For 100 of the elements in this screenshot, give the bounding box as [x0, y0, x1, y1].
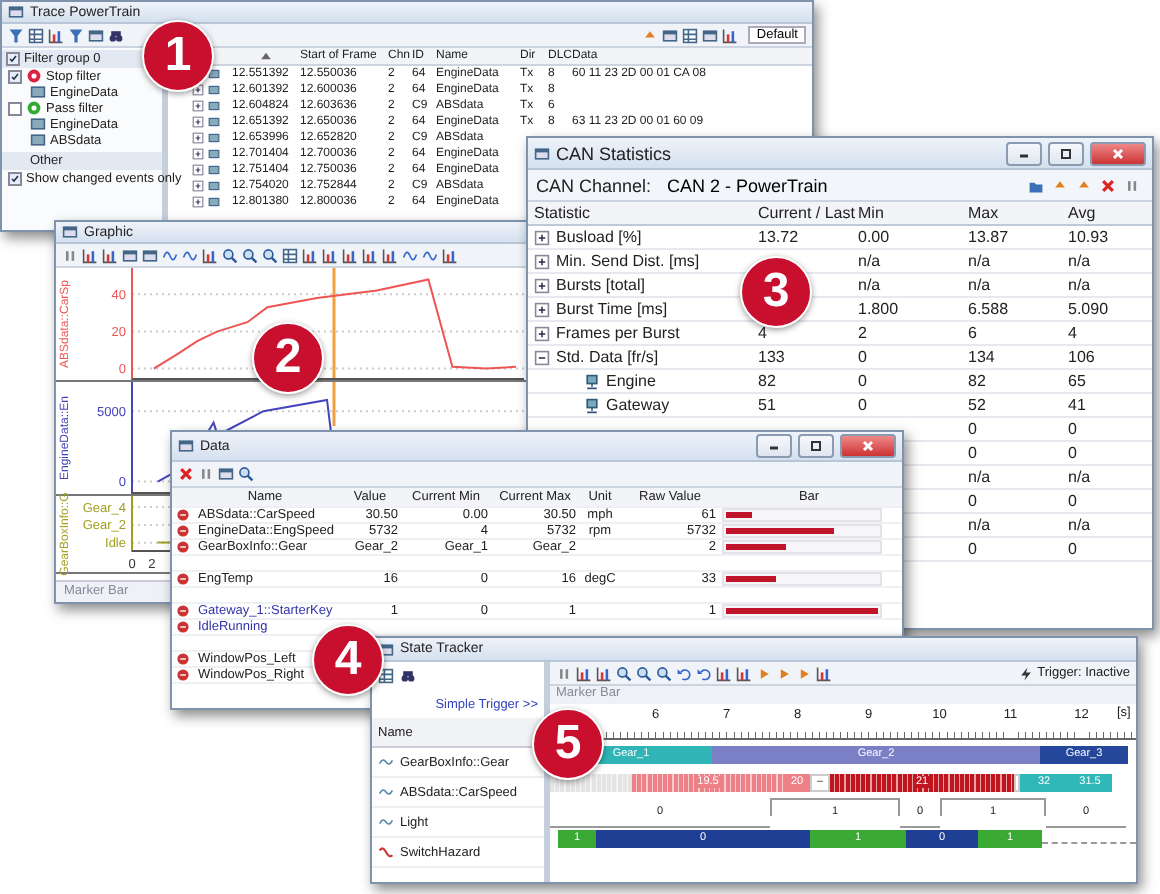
table-cell-text: 0 — [856, 372, 869, 390]
zoom-icon[interactable] — [222, 247, 238, 263]
chart-icon[interactable] — [322, 247, 338, 263]
expand-icon[interactable] — [534, 301, 550, 317]
statistic-name: Frames per Burst — [556, 324, 680, 342]
expand-icon[interactable] — [534, 253, 550, 269]
chart-icon[interactable] — [716, 665, 732, 681]
expand-icon[interactable] — [192, 196, 204, 208]
pause-icon[interactable] — [556, 665, 572, 681]
checkbox[interactable] — [8, 101, 22, 115]
triangle-icon[interactable] — [642, 27, 659, 43]
binoculars-icon[interactable] — [400, 668, 416, 684]
table-cell-text: 41 — [1066, 396, 1088, 414]
zoom-icon[interactable] — [616, 665, 632, 681]
chart-icon[interactable] — [82, 247, 98, 263]
column-header[interactable]: Max — [962, 204, 1062, 222]
table-cell-text: 106 — [1066, 348, 1097, 366]
grid-icon[interactable] — [682, 27, 699, 43]
close-button[interactable] — [840, 434, 896, 458]
table-cell-text: 4 — [756, 324, 769, 342]
chart-icon[interactable] — [382, 247, 398, 263]
table-cell-text: 0 — [966, 420, 979, 438]
column-header[interactable]: Current / Last — [752, 204, 852, 222]
grid-icon[interactable] — [378, 668, 394, 684]
checkbox[interactable] — [6, 52, 20, 66]
expand-icon[interactable] — [192, 164, 204, 176]
zoom-icon[interactable] — [636, 665, 652, 681]
checkbox[interactable] — [8, 171, 22, 185]
expand-icon[interactable] — [534, 325, 550, 341]
expand-icon[interactable] — [192, 180, 204, 192]
maximize-button[interactable] — [798, 434, 834, 458]
close-icon — [858, 436, 878, 456]
close-button[interactable] — [1090, 141, 1146, 165]
folder-icon[interactable] — [1027, 177, 1044, 193]
expand-icon[interactable] — [534, 277, 550, 293]
chart-icon[interactable] — [202, 247, 218, 263]
column-header[interactable]: Min — [852, 204, 962, 222]
table-cell-text: 0 — [1066, 540, 1079, 558]
grid-icon[interactable] — [28, 27, 44, 43]
chart-icon[interactable] — [722, 27, 739, 43]
table-cell-text: n/a — [966, 276, 993, 294]
table-cell-text: 0.00 — [856, 228, 892, 246]
maximize-button[interactable] — [1048, 141, 1084, 165]
table-cell-text: n/a — [966, 516, 993, 534]
signal-icon — [176, 572, 190, 586]
checkbox[interactable] — [8, 69, 22, 83]
chart-icon[interactable] — [816, 665, 832, 681]
zoom-icon[interactable] — [238, 466, 254, 482]
node-name: Engine — [606, 372, 656, 390]
window-icon[interactable] — [662, 27, 679, 43]
table-cell-text: 82 — [756, 372, 778, 390]
chart-icon[interactable] — [442, 247, 458, 263]
table-cell-text: 13.87 — [966, 228, 1011, 246]
node-name: Gateway — [606, 396, 670, 414]
zoom-icon[interactable] — [242, 247, 258, 263]
chart-icon[interactable] — [342, 247, 358, 263]
zoom-icon[interactable] — [262, 247, 278, 263]
computer-icon — [584, 397, 600, 413]
chart-icon[interactable] — [362, 247, 378, 263]
table-cell-text: 52 — [966, 396, 988, 414]
chart-icon[interactable] — [576, 665, 592, 681]
statistic-name: Min. Send Dist. [ms] — [556, 252, 700, 270]
chart-icon[interactable] — [736, 665, 752, 681]
column-header[interactable]: Statistic — [528, 204, 752, 222]
expand-icon[interactable] — [192, 116, 204, 128]
grid-icon[interactable] — [282, 247, 298, 263]
binoculars-icon[interactable] — [108, 27, 124, 43]
collapse-icon[interactable] — [534, 349, 550, 365]
channel-dropdown[interactable]: CAN 2 - PowerTrain — [659, 175, 1020, 195]
expand-icon[interactable] — [192, 148, 204, 160]
window-icon[interactable] — [122, 247, 138, 263]
window-icon[interactable] — [88, 27, 104, 43]
chart-icon[interactable] — [102, 247, 118, 263]
delete-icon[interactable] — [1099, 177, 1116, 193]
expand-icon[interactable] — [192, 132, 204, 144]
statistic-name: Bursts [total] — [556, 276, 645, 294]
window-icon[interactable] — [702, 27, 719, 43]
table-cell-text: 0 — [966, 444, 979, 462]
table-cell-text: 5.090 — [1066, 300, 1111, 318]
delete-icon[interactable] — [178, 466, 194, 482]
chart-icon[interactable] — [302, 247, 318, 263]
column-header[interactable]: Avg — [1062, 204, 1152, 222]
pause-icon[interactable] — [198, 466, 214, 482]
zoom-icon[interactable] — [656, 665, 672, 681]
chart-icon[interactable] — [48, 27, 64, 43]
window-icon[interactable] — [218, 466, 234, 482]
pause-icon[interactable] — [62, 247, 78, 263]
pause-icon[interactable] — [1123, 177, 1140, 193]
table-cell-text: 1.800 — [856, 300, 901, 318]
chart-icon[interactable] — [596, 665, 612, 681]
expand-icon[interactable] — [192, 100, 204, 112]
window-icon[interactable] — [142, 247, 158, 263]
expand-icon[interactable] — [534, 229, 550, 245]
table-cell-text: 13.72 — [756, 228, 801, 246]
table-cell-text: 0 — [856, 396, 869, 414]
window-icon — [8, 4, 24, 20]
table-cell-text: 6 — [966, 324, 979, 342]
window-icon — [62, 224, 78, 240]
table-cell-text: n/a — [966, 252, 993, 270]
table-cell-text: n/a — [1066, 468, 1093, 486]
